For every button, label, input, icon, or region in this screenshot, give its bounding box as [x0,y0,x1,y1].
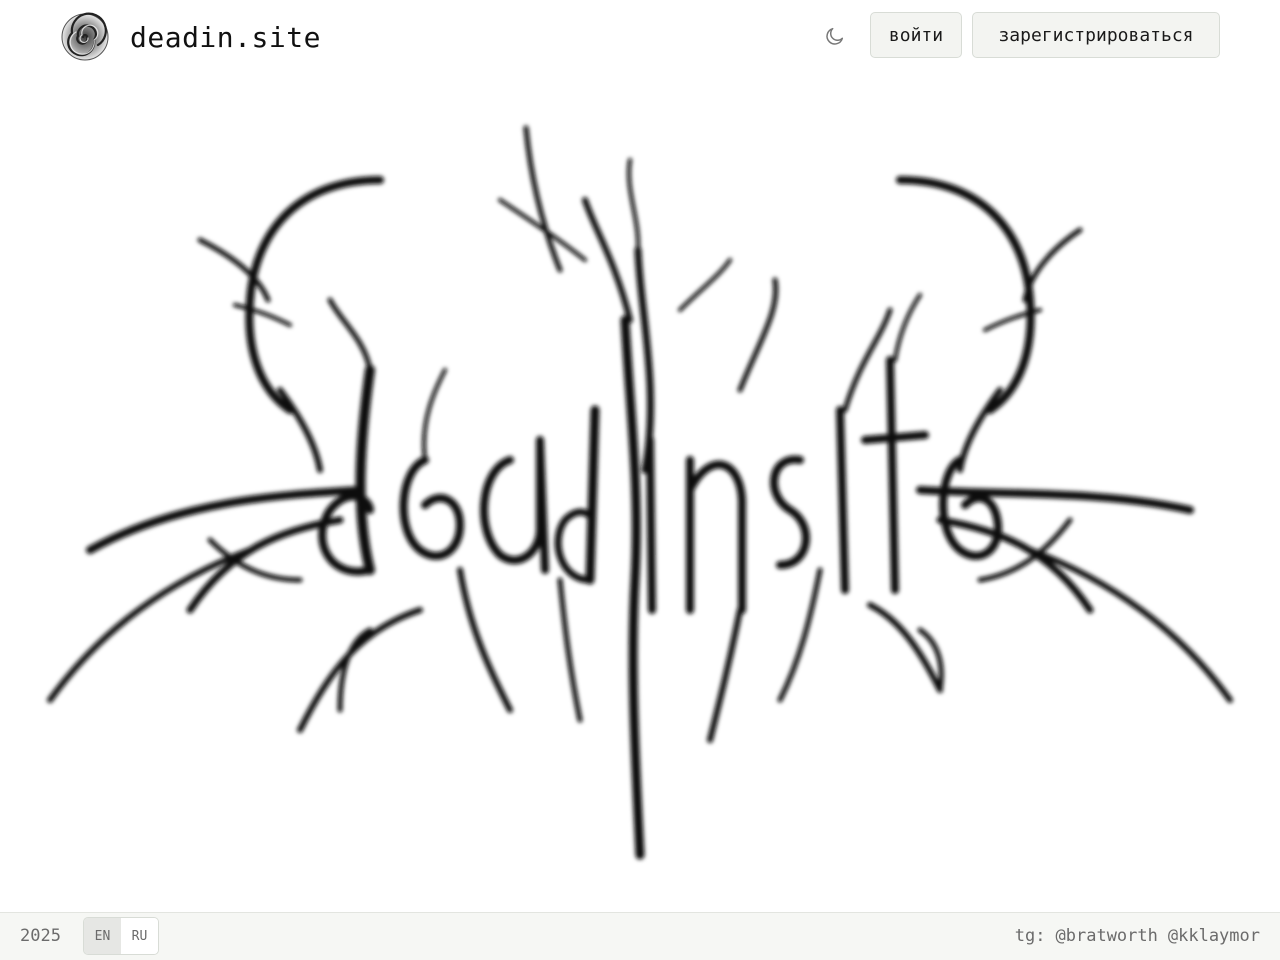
swirl-logo-icon [61,12,109,61]
contact-link-kklaymor[interactable]: @kklaymor [1168,926,1260,946]
blackmetal-logo-icon [47,125,1233,860]
footer-contacts: tg: @bratworth @kklaymor [1015,926,1260,946]
brand-link[interactable]: deadin.site [60,12,321,62]
register-button[interactable]: зарегистрироваться [972,12,1220,58]
brand-name: deadin.site [130,20,321,54]
contact-link-bratworth[interactable]: @bratworth [1056,926,1158,946]
moon-icon [826,27,844,45]
contacts-prefix: tg: [1014,926,1046,946]
page: deadin.site войти зарегистрироваться 202… [0,0,1280,960]
footer-year: 2025 [20,926,61,946]
site-header: deadin.site войти зарегистрироваться [0,0,1280,72]
lang-en-button[interactable]: EN [84,918,121,954]
language-switcher: EN RU [83,917,159,955]
theme-toggle-button[interactable] [820,22,850,50]
lang-ru-button[interactable]: RU [121,918,158,954]
login-button[interactable]: войти [870,12,962,58]
hero-logo-artwork [40,110,1240,870]
site-footer: 2025 EN RU tg: @bratworth @kklaymor [0,912,1280,960]
